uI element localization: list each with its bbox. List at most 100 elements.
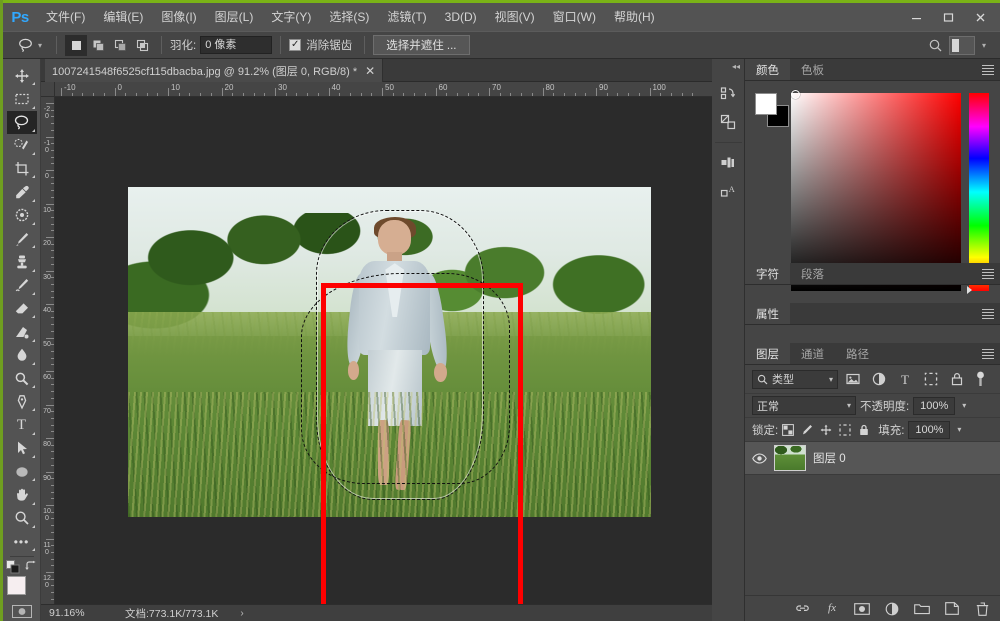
eraser-tool[interactable]	[7, 297, 37, 320]
antialias-checkbox[interactable]: ✓	[289, 39, 302, 51]
lasso-icon[interactable]	[13, 34, 37, 56]
intersect-with-selection-button[interactable]	[131, 34, 154, 56]
maximize-icon[interactable]	[932, 5, 964, 29]
character-panel-menu-icon[interactable]	[982, 268, 994, 280]
gradient-tool[interactable]	[7, 320, 37, 343]
opacity-input[interactable]: 100%	[913, 396, 956, 415]
filter-shape-icon[interactable]	[920, 368, 942, 390]
clone-stamp-tool[interactable]	[7, 250, 37, 273]
color-hue-slider[interactable]	[969, 93, 989, 291]
layer-style-icon[interactable]: fx	[824, 601, 840, 617]
color-picker-field[interactable]	[791, 93, 961, 291]
lock-artboard-icon[interactable]	[839, 423, 851, 436]
tab-swatches[interactable]: 色板	[790, 59, 835, 80]
hand-tool[interactable]	[7, 483, 37, 506]
type-tool[interactable]: T	[7, 413, 37, 436]
history-brush-tool[interactable]	[7, 274, 37, 297]
new-layer-icon[interactable]	[944, 601, 960, 617]
fill-chevron-down-icon[interactable]: ▾	[957, 425, 961, 434]
quick-mask-icon[interactable]	[7, 603, 37, 621]
subtract-from-selection-button[interactable]	[109, 34, 132, 56]
filter-type-icon[interactable]: T	[894, 368, 916, 390]
workspace-chevron-down-icon[interactable]: ▾	[982, 41, 986, 50]
color-panel[interactable]	[745, 81, 1000, 294]
move-tool[interactable]	[7, 64, 37, 87]
blur-tool[interactable]	[7, 344, 37, 367]
adjustments-icon[interactable]	[714, 108, 742, 136]
tab-paragraph[interactable]: 段落	[790, 263, 835, 284]
color-swatches[interactable]	[6, 576, 38, 606]
color-panel-foreground-swatch[interactable]	[755, 93, 777, 115]
add-to-selection-button[interactable]	[87, 34, 110, 56]
minimize-icon[interactable]	[900, 5, 932, 29]
filter-smart-icon[interactable]	[946, 368, 968, 390]
spot-healing-brush-tool[interactable]	[7, 204, 37, 227]
histogram-icon[interactable]	[714, 149, 742, 177]
layer-row[interactable]: 图层 0	[745, 441, 1000, 475]
new-group-icon[interactable]	[914, 601, 930, 617]
path-selection-tool[interactable]	[7, 437, 37, 460]
menu-window[interactable]: 窗口(W)	[544, 3, 605, 31]
filter-pixel-icon[interactable]	[842, 368, 864, 390]
tab-layers[interactable]: 图层	[745, 343, 790, 364]
delete-layer-icon[interactable]	[974, 601, 990, 617]
new-selection-button[interactable]	[65, 34, 88, 56]
foreground-color-swatch[interactable]	[6, 576, 26, 596]
dodge-tool[interactable]	[7, 367, 37, 390]
filter-adjustment-icon[interactable]	[868, 368, 890, 390]
lock-transparent-pixels-icon[interactable]	[782, 423, 795, 436]
menu-select[interactable]: 选择(S)	[320, 3, 378, 31]
properties-panel-menu-icon[interactable]	[982, 308, 994, 320]
select-and-mask-button[interactable]: 选择并遮住 ...	[373, 35, 470, 55]
chevron-down-icon[interactable]: ▾	[847, 401, 851, 410]
horizontal-ruler[interactable]: -10 0 10 20 30 40 50 60 70 80 90 100	[55, 82, 712, 97]
menu-image[interactable]: 图像(I)	[152, 3, 205, 31]
swap-colors-icon[interactable]	[24, 560, 38, 574]
fill-input[interactable]: 100%	[908, 420, 951, 439]
eyedropper-tool[interactable]	[7, 180, 37, 203]
menu-help[interactable]: 帮助(H)	[605, 3, 664, 31]
tab-paths[interactable]: 路径	[835, 343, 880, 364]
zoom-tool[interactable]	[7, 507, 37, 530]
workspace-switcher-icon[interactable]	[948, 35, 975, 55]
opacity-chevron-down-icon[interactable]: ▾	[962, 401, 966, 410]
pen-tool[interactable]	[7, 390, 37, 413]
adjustment-layer-icon[interactable]	[884, 601, 900, 617]
quick-selection-tool[interactable]	[7, 134, 37, 157]
libraries-icon[interactable]	[714, 80, 742, 108]
menu-layer[interactable]: 图层(L)	[206, 3, 263, 31]
tab-color[interactable]: 颜色	[745, 59, 790, 80]
panel-menu-icon[interactable]	[982, 64, 994, 76]
crop-tool[interactable]	[7, 157, 37, 180]
menu-file[interactable]: 文件(F)	[37, 3, 94, 31]
tab-character[interactable]: 字符	[745, 263, 790, 284]
layer-filter-toggle[interactable]	[976, 371, 985, 388]
link-layers-icon[interactable]	[794, 601, 810, 617]
zoom-level[interactable]: 91.16%	[41, 607, 111, 619]
rectangular-marquee-tool[interactable]	[7, 87, 37, 110]
vertical-ruler[interactable]: -20 -10 0 10 20 30 40 50 60 70 80 90 100 110 120	[41, 97, 55, 604]
default-colors-icon[interactable]	[5, 560, 20, 574]
ellipse-tool[interactable]	[7, 460, 37, 483]
eye-icon[interactable]	[751, 452, 767, 464]
tool-preset-chevron-down-icon[interactable]: ▾	[38, 41, 42, 50]
menu-filter[interactable]: 滤镜(T)	[378, 3, 435, 31]
lasso-tool[interactable]	[6, 110, 37, 134]
close-icon[interactable]	[964, 5, 996, 29]
menu-type[interactable]: 文字(Y)	[262, 3, 320, 31]
status-chevron-right-icon[interactable]: ›	[240, 608, 243, 619]
layer-name-label[interactable]: 图层 0	[813, 450, 846, 466]
lock-all-icon[interactable]	[858, 424, 870, 436]
tab-properties[interactable]: 属性	[745, 303, 790, 324]
close-icon[interactable]: ✕	[365, 65, 375, 77]
edit-toolbar-tool[interactable]: •••	[7, 530, 37, 553]
layer-filter-type-select[interactable]: 类型 ▾	[752, 369, 838, 389]
layer-mask-icon[interactable]	[854, 601, 870, 617]
blend-mode-select[interactable]: 正常 ▾	[752, 396, 856, 415]
lock-image-pixels-icon[interactable]	[801, 424, 813, 436]
menu-edit[interactable]: 编辑(E)	[94, 3, 152, 31]
menu-view[interactable]: 视图(V)	[486, 3, 544, 31]
layers-panel-menu-icon[interactable]	[982, 348, 994, 360]
search-icon[interactable]	[928, 38, 943, 53]
collapse-panels-icon[interactable]: ◂◂	[712, 59, 744, 74]
